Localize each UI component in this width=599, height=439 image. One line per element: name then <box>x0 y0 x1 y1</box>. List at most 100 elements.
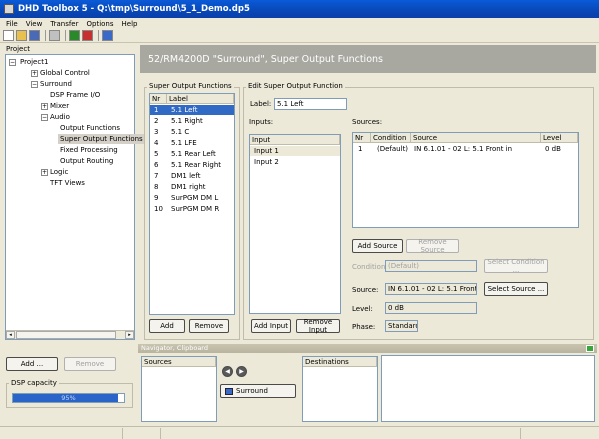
label-input[interactable]: 5.1 Left <box>274 98 347 110</box>
navigator-sources-list[interactable]: Sources <box>141 356 217 422</box>
add-source-button[interactable]: Add Source <box>352 239 403 253</box>
phase-caption: Phase: <box>352 323 376 331</box>
level-field[interactable]: 0 dB <box>385 302 477 314</box>
list-item[interactable]: 3 5.1 C <box>150 127 234 137</box>
list-item[interactable]: Input 1 <box>250 146 340 156</box>
list-item[interactable]: 6 5.1 Rear Right <box>150 160 234 170</box>
expand-icon[interactable]: + <box>41 103 48 110</box>
tree-item-logic[interactable]: Logic <box>50 167 68 177</box>
sof-col-nr[interactable]: Nr <box>150 94 167 104</box>
condition-caption: Condition: <box>352 263 388 271</box>
list-item[interactable]: 7 DM1 left <box>150 171 234 181</box>
collapse-icon[interactable]: − <box>31 81 38 88</box>
remove-input-button[interactable]: Remove Input <box>296 318 340 334</box>
phase-field[interactable]: Standard <box>385 320 418 332</box>
row-label: 5.1 Rear Right <box>171 161 222 169</box>
project-tree[interactable]: − Project1 + Global Control − Surround D… <box>5 54 145 340</box>
row-nr: 9 <box>154 194 159 202</box>
row-nr: 8 <box>154 183 159 191</box>
tree-item-fixed-processing[interactable]: Fixed Processing <box>60 145 118 155</box>
cell-nr: 1 <box>358 145 363 153</box>
select-source-button[interactable]: Select Source ... <box>484 282 548 296</box>
row-nr: 1 <box>154 106 159 114</box>
tree-item-mixer[interactable]: Mixer <box>50 101 69 111</box>
menu-view[interactable]: View <box>22 20 47 28</box>
list-item[interactable]: 9 SurPGM DM L <box>150 193 234 203</box>
menu-transfer[interactable]: Transfer <box>46 20 82 28</box>
condition-field[interactable]: (Default) <box>385 260 477 272</box>
project-remove-button[interactable]: Remove <box>64 357 116 371</box>
menu-file[interactable]: File <box>2 20 22 28</box>
new-file-icon[interactable] <box>3 30 14 41</box>
row-label: 5.1 LFE <box>171 139 197 147</box>
device-icon <box>225 387 233 395</box>
sof-list[interactable]: Nr Label 1 5.1 Left 2 5.1 Right 3 5.1 C 4 5.… <box>149 93 235 315</box>
tree-item-audio[interactable]: Audio <box>50 112 70 122</box>
list-item[interactable]: 4 5.1 LFE <box>150 138 234 148</box>
list-item[interactable]: 2 5.1 Right <box>150 116 234 126</box>
tree-item-tft-views[interactable]: TFT Views <box>50 178 85 188</box>
nav-forward-icon[interactable]: ▶ <box>236 366 247 377</box>
tree-item-output-functions[interactable]: Output Functions <box>60 123 120 133</box>
expand-icon[interactable]: + <box>31 70 38 77</box>
print-icon[interactable] <box>49 30 60 41</box>
source-field[interactable]: IN 6.1.01 - 02 L: 5.1 Front in <box>385 283 477 295</box>
inputs-col-input[interactable]: Input <box>250 135 340 145</box>
sources-col-level[interactable]: Level <box>541 133 578 143</box>
tree-item-project1[interactable]: Project1 <box>20 57 48 67</box>
tree-item-surround[interactable]: Surround <box>40 79 72 89</box>
list-item[interactable]: 8 DM1 right <box>150 182 234 192</box>
open-folder-icon[interactable] <box>16 30 27 41</box>
title-bar: DHD Toolbox 5 - Q:\tmp\Surround\5_1_Demo… <box>0 0 599 18</box>
collapse-icon[interactable]: − <box>9 59 16 66</box>
list-item[interactable]: 5 5.1 Rear Left <box>150 149 234 159</box>
table-row[interactable]: 1 (Default) IN 6.1.01 - 02 L: 5.1 Front … <box>353 144 578 154</box>
scroll-thumb[interactable] <box>16 331 116 339</box>
cell-source: IN 6.1.01 - 02 L: 5.1 Front in <box>414 145 513 153</box>
tree-item-super-output-functions[interactable]: Super Output Functions <box>58 134 145 144</box>
tree-item-output-routing[interactable]: Output Routing <box>60 156 113 166</box>
list-item[interactable]: 1 5.1 Left <box>150 105 234 115</box>
sof-col-label[interactable]: Label <box>167 94 234 104</box>
navigator-destinations-list[interactable]: Destinations <box>302 356 378 422</box>
navigator-surround-button[interactable]: Surround <box>220 384 296 398</box>
remove-source-button[interactable]: Remove Source <box>406 238 459 254</box>
expand-icon[interactable]: + <box>41 169 48 176</box>
collapse-icon[interactable]: − <box>41 114 48 121</box>
toolbar <box>0 29 599 43</box>
row-label: DM1 right <box>171 183 206 191</box>
transfer-in-icon[interactable] <box>82 30 93 41</box>
list-item[interactable]: Input 2 <box>250 157 340 167</box>
clipboard-area[interactable] <box>381 355 595 422</box>
window-title: DHD Toolbox 5 - Q:\tmp\Surround\5_1_Demo… <box>18 4 250 14</box>
nav-back-icon[interactable]: ◀ <box>222 366 233 377</box>
save-icon[interactable] <box>29 30 40 41</box>
navigator-sources-header[interactable]: Sources <box>142 357 216 367</box>
sof-remove-button[interactable]: Remove <box>189 319 229 333</box>
toolbar-separator <box>65 30 66 41</box>
navigator-destinations-header[interactable]: Destinations <box>303 357 377 367</box>
scroll-left-icon[interactable]: ◂ <box>6 331 15 339</box>
list-item[interactable]: 10 SurPGM DM R <box>150 204 234 214</box>
sources-list[interactable]: Nr Condition Source Level 1 (Default) IN… <box>352 132 579 228</box>
add-input-button[interactable]: Add Input <box>251 319 291 333</box>
navigator-item-label: Surround <box>236 387 268 395</box>
sources-col-condition[interactable]: Condition <box>371 133 411 143</box>
sources-col-nr[interactable]: Nr <box>353 133 371 143</box>
scroll-right-icon[interactable]: ▸ <box>125 331 134 339</box>
inputs-list[interactable]: Input Input 1 Input 2 <box>249 134 341 314</box>
tree-item-dsp-frame-io[interactable]: DSP Frame I/O <box>50 90 100 100</box>
navigator-toggle-icon[interactable] <box>586 345 594 352</box>
menu-options[interactable]: Options <box>83 20 118 28</box>
status-separator <box>122 428 123 439</box>
transfer-out-icon[interactable] <box>69 30 80 41</box>
tree-horizontal-scrollbar[interactable]: ◂ ▸ <box>6 330 134 339</box>
select-condition-button[interactable]: Select Condition ... <box>484 258 548 274</box>
project-add-button[interactable]: Add ... <box>6 357 58 371</box>
app-icon <box>4 4 14 14</box>
sources-col-source[interactable]: Source <box>411 133 541 143</box>
sof-add-button[interactable]: Add <box>149 319 185 333</box>
menu-help[interactable]: Help <box>118 20 142 28</box>
tree-item-global-control[interactable]: Global Control <box>40 68 90 78</box>
view-icon[interactable] <box>102 30 113 41</box>
